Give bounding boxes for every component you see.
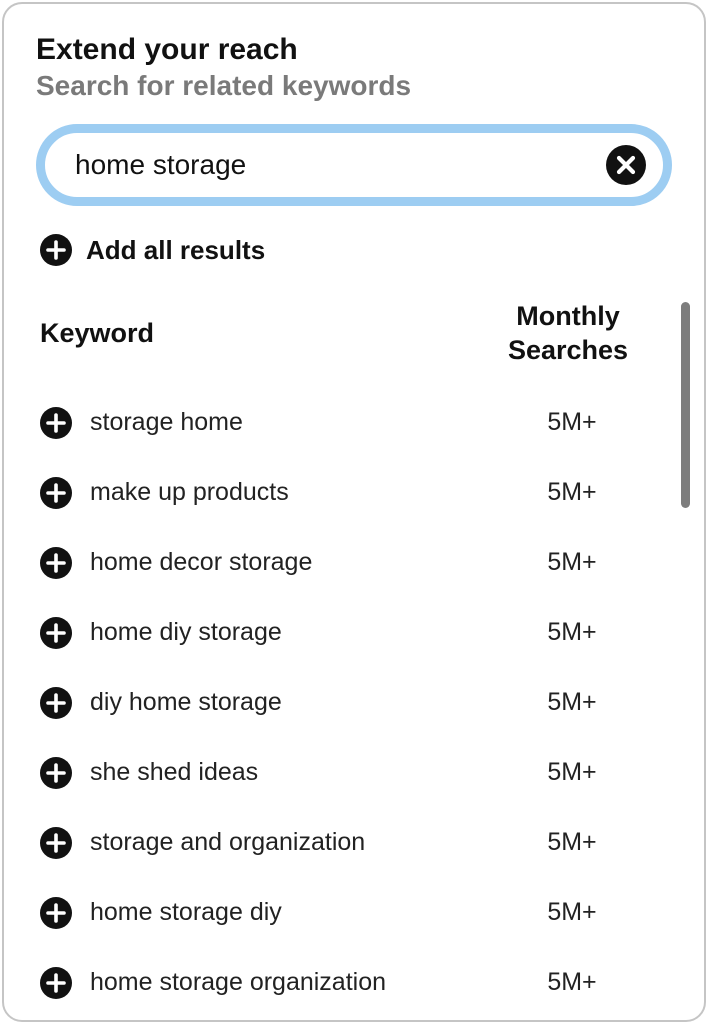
- searches-value: 5M+: [472, 968, 672, 997]
- searches-value: 5M+: [472, 898, 672, 927]
- column-header-keyword: Keyword: [40, 318, 468, 349]
- keyword-label: home decor storage: [90, 547, 454, 578]
- table-row: storage and organization 5M+: [40, 808, 672, 878]
- plus-icon: [40, 234, 72, 266]
- add-keyword-button[interactable]: [40, 687, 72, 719]
- scrollbar-thumb[interactable]: [681, 302, 690, 508]
- table-row: she shed ideas 5M+: [40, 738, 672, 808]
- plus-icon: [40, 897, 72, 929]
- table-row: make up products 5M+: [40, 458, 672, 528]
- searches-value: 5M+: [472, 408, 672, 437]
- search-container: [36, 124, 672, 206]
- add-keyword-button[interactable]: [40, 477, 72, 509]
- plus-icon: [40, 757, 72, 789]
- table-row: home diy storage 5M+: [40, 598, 672, 668]
- plus-icon: [40, 547, 72, 579]
- add-all-label: Add all results: [86, 235, 265, 266]
- searches-value: 5M+: [472, 618, 672, 647]
- keyword-label: storage and organization: [90, 827, 454, 858]
- search-input[interactable]: [36, 124, 672, 206]
- panel-subtitle: Search for related keywords: [36, 70, 672, 102]
- plus-icon: [40, 477, 72, 509]
- add-keyword-button[interactable]: [40, 547, 72, 579]
- plus-icon: [40, 967, 72, 999]
- close-icon: [606, 145, 646, 185]
- table-row: home storage organization 5M+: [40, 948, 672, 1018]
- add-keyword-button[interactable]: [40, 897, 72, 929]
- plus-icon: [40, 617, 72, 649]
- add-keyword-button[interactable]: [40, 757, 72, 789]
- plus-icon: [40, 687, 72, 719]
- keyword-label: make up products: [90, 477, 454, 508]
- panel-title: Extend your reach: [36, 32, 672, 68]
- add-keyword-button[interactable]: [40, 827, 72, 859]
- keyword-label: home storage organization: [90, 967, 454, 998]
- keyword-label: home diy storage: [90, 617, 454, 648]
- clear-search-button[interactable]: [606, 145, 646, 185]
- table-row: home storage diy 5M+: [40, 878, 672, 948]
- plus-icon: [40, 827, 72, 859]
- results-list: storage home5M+make up products5M+home d…: [36, 388, 672, 1018]
- searches-value: 5M+: [472, 478, 672, 507]
- keyword-label: she shed ideas: [90, 757, 454, 788]
- keyword-label: home storage diy: [90, 897, 454, 928]
- table-row: diy home storage 5M+: [40, 668, 672, 738]
- table-row: home decor storage 5M+: [40, 528, 672, 598]
- table-row: storage home 5M+: [40, 388, 672, 458]
- table-header: Keyword Monthly Searches: [36, 300, 672, 368]
- add-keyword-button[interactable]: [40, 967, 72, 999]
- searches-value: 5M+: [472, 828, 672, 857]
- keyword-label: storage home: [90, 407, 454, 438]
- searches-value: 5M+: [472, 758, 672, 787]
- searches-value: 5M+: [472, 688, 672, 717]
- add-all-button[interactable]: Add all results: [36, 234, 672, 266]
- add-keyword-button[interactable]: [40, 617, 72, 649]
- keyword-label: diy home storage: [90, 687, 454, 718]
- plus-icon: [40, 407, 72, 439]
- add-keyword-button[interactable]: [40, 407, 72, 439]
- keyword-panel: Extend your reach Search for related key…: [2, 2, 706, 1022]
- searches-value: 5M+: [472, 548, 672, 577]
- column-header-searches: Monthly Searches: [468, 300, 668, 368]
- results-table: Keyword Monthly Searches storage home 5M+…: [36, 300, 672, 1018]
